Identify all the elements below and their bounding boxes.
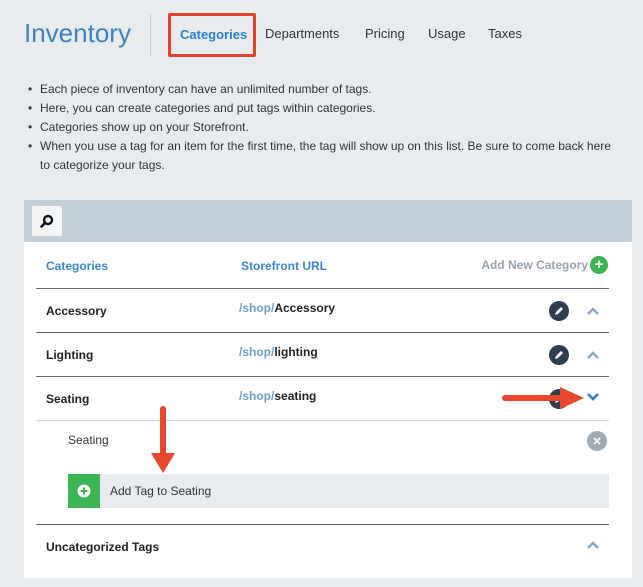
category-name-seating: Seating [46, 392, 90, 406]
note-item: When you use a tag for an item for the f… [28, 137, 618, 175]
pencil-icon [555, 307, 563, 315]
url-prefix: /shop/ [239, 301, 275, 315]
column-header-categories[interactable]: Categories [46, 259, 108, 273]
divider [36, 524, 609, 525]
annotation-arrow-right [502, 387, 584, 409]
tab-departments[interactable]: Departments [265, 26, 339, 41]
tab-categories-label: Categories [180, 27, 248, 42]
url-slug: lighting [274, 345, 318, 359]
top-nav: Inventory Categories Departments Pricing… [0, 0, 643, 68]
uncategorized-tags-label: Uncategorized Tags [46, 540, 160, 554]
category-url-lighting[interactable]: /shop/lighting [239, 345, 318, 359]
add-new-category-label: Add New Category [481, 258, 588, 272]
chevron-down-icon[interactable] [586, 390, 600, 404]
url-prefix: /shop/ [239, 389, 275, 403]
note-item: Categories show up on your Storefront. [28, 118, 618, 137]
note-item: Each piece of inventory can have an unli… [28, 80, 618, 99]
category-name-accessory: Accessory [46, 304, 107, 318]
divider [36, 332, 609, 333]
tab-taxes[interactable]: Taxes [488, 26, 522, 41]
add-tag-button[interactable]: Add Tag to Seating [68, 474, 609, 508]
close-icon [593, 437, 601, 445]
tab-pricing[interactable]: Pricing [365, 26, 405, 41]
app-title: Inventory [24, 18, 131, 48]
note-item: Here, you can create categories and put … [28, 99, 618, 118]
url-slug: seating [274, 389, 317, 403]
divider [36, 288, 609, 289]
add-new-category-button[interactable]: Add New Category + [481, 256, 608, 274]
edit-lighting-button[interactable] [549, 345, 569, 365]
divider [36, 420, 609, 421]
tab-categories[interactable]: Categories [168, 13, 256, 57]
url-slug: Accessory [274, 301, 336, 315]
info-notes: Each piece of inventory can have an unli… [28, 80, 618, 175]
search-button[interactable] [32, 206, 62, 236]
nav-divider [150, 14, 151, 56]
url-prefix: /shop/ [239, 345, 275, 359]
chevron-up-icon[interactable] [586, 348, 600, 362]
category-url-seating[interactable]: /shop/seating [239, 389, 316, 403]
tag-seating: Seating [68, 433, 109, 447]
category-url-accessory[interactable]: /shop/Accessory [239, 301, 335, 315]
plus-icon [77, 484, 91, 498]
add-tag-plus [68, 474, 100, 508]
add-tag-label: Add Tag to Seating [110, 484, 212, 498]
divider [36, 376, 609, 377]
edit-accessory-button[interactable] [549, 301, 569, 321]
annotation-arrow-down [151, 406, 175, 473]
remove-tag-button[interactable] [587, 431, 607, 451]
pencil-icon [555, 351, 563, 359]
tab-usage[interactable]: Usage [428, 26, 466, 41]
plus-icon: + [590, 256, 608, 274]
chevron-up-icon[interactable] [586, 538, 600, 552]
chevron-up-icon[interactable] [586, 304, 600, 318]
column-header-storefront-url[interactable]: Storefront URL [241, 259, 327, 273]
search-icon [40, 214, 54, 228]
panel-toolbar [24, 200, 632, 242]
category-name-lighting: Lighting [46, 348, 94, 362]
